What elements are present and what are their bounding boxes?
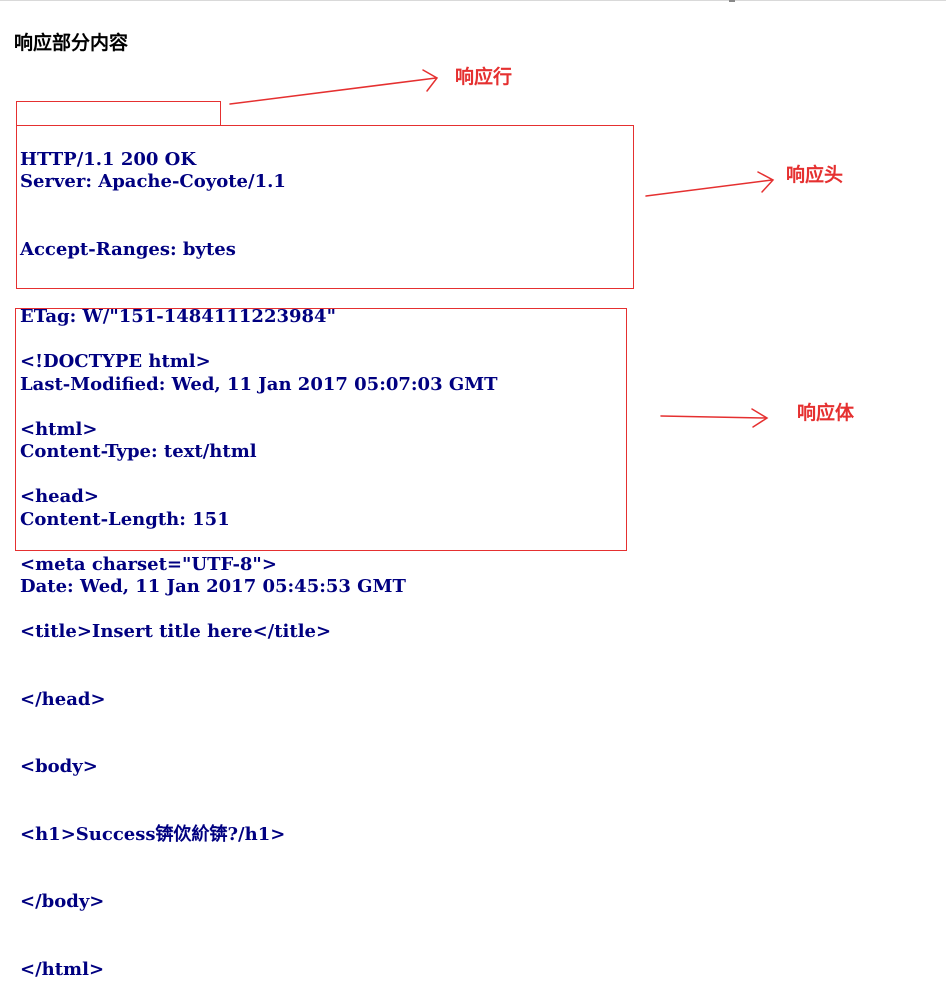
body-line: <title>Insert title here</title> [20, 621, 332, 642]
status-line-label: 响应行 [455, 66, 513, 88]
body-arrow [660, 415, 767, 419]
body-label: 响应体 [797, 402, 855, 424]
body-line: </html> [20, 958, 105, 980]
body-line: <h1>Success锛佽紒锛?/h1> [20, 823, 286, 845]
body-line: </body> [20, 891, 105, 912]
headers-arrow [645, 179, 773, 197]
annotation-arrows [229, 69, 775, 428]
headers-label: 响应头 [786, 164, 844, 186]
body-line: <body> [20, 756, 98, 777]
body-line: </head> [20, 688, 106, 710]
status-line-arrow [229, 77, 437, 105]
status-line-arrowhead-icon [422, 69, 439, 92]
